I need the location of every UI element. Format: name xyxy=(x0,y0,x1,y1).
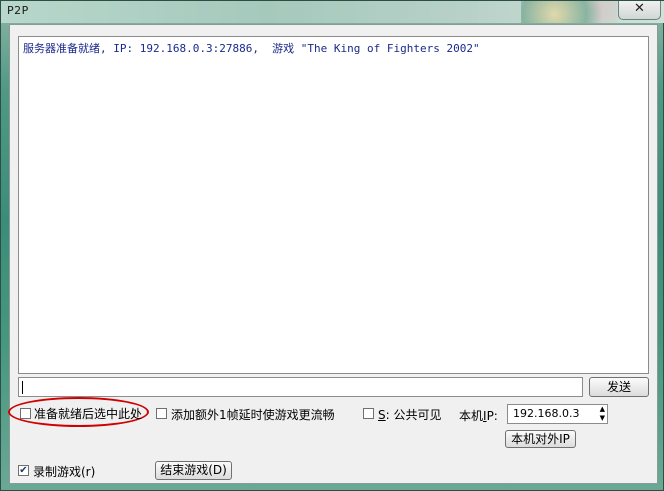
public-mnemonic: S xyxy=(378,408,386,422)
extra-frame-checkbox-label[interactable]: 添加额外1帧延时使游戏更流畅 xyxy=(171,406,335,423)
title-bar[interactable]: P2P ✕ xyxy=(1,1,664,23)
ready-checkbox-label[interactable]: 准备就绪后选中此处 xyxy=(34,405,142,422)
extra-frame-checkbox[interactable] xyxy=(156,408,167,419)
window-title: P2P xyxy=(7,4,29,17)
record-checkbox-label[interactable]: 录制游戏(r) xyxy=(33,463,95,480)
close-button[interactable]: ✕ xyxy=(618,1,661,20)
ready-checkbox[interactable] xyxy=(20,408,31,419)
message-input[interactable] xyxy=(18,377,583,397)
record-checkbox[interactable]: ✔ xyxy=(18,465,29,476)
public-checkbox-label[interactable]: S: 公共可见 xyxy=(378,406,441,423)
end-game-button[interactable]: 结束游戏(D) xyxy=(155,461,232,480)
local-ip-label-suffix: P: xyxy=(486,409,498,423)
local-ip-label: 本机IP: xyxy=(459,407,498,424)
app-window: P2P ✕ 服务器准备就绪, IP: 192.168.0.3:27886, 游戏… xyxy=(0,0,664,491)
send-button[interactable]: 发送 xyxy=(589,377,649,397)
local-ip-select[interactable]: 192.168.0.3 ▲ ▼ xyxy=(507,404,608,424)
public-label-text: : 公共可见 xyxy=(385,408,442,422)
spin-arrows-icon[interactable]: ▲ ▼ xyxy=(600,405,605,423)
text-caret xyxy=(22,381,23,394)
title-bar-decoration xyxy=(521,1,617,23)
local-ip-label-prefix: 本机 xyxy=(459,409,484,423)
chat-panel: 服务器准备就绪, IP: 192.168.0.3:27886, 游戏 "The … xyxy=(8,24,658,484)
public-checkbox[interactable] xyxy=(363,408,374,419)
chat-log[interactable]: 服务器准备就绪, IP: 192.168.0.3:27886, 游戏 "The … xyxy=(18,36,649,374)
external-ip-button[interactable]: 本机对外IP xyxy=(505,430,576,448)
local-ip-value: 192.168.0.3 xyxy=(513,407,580,420)
